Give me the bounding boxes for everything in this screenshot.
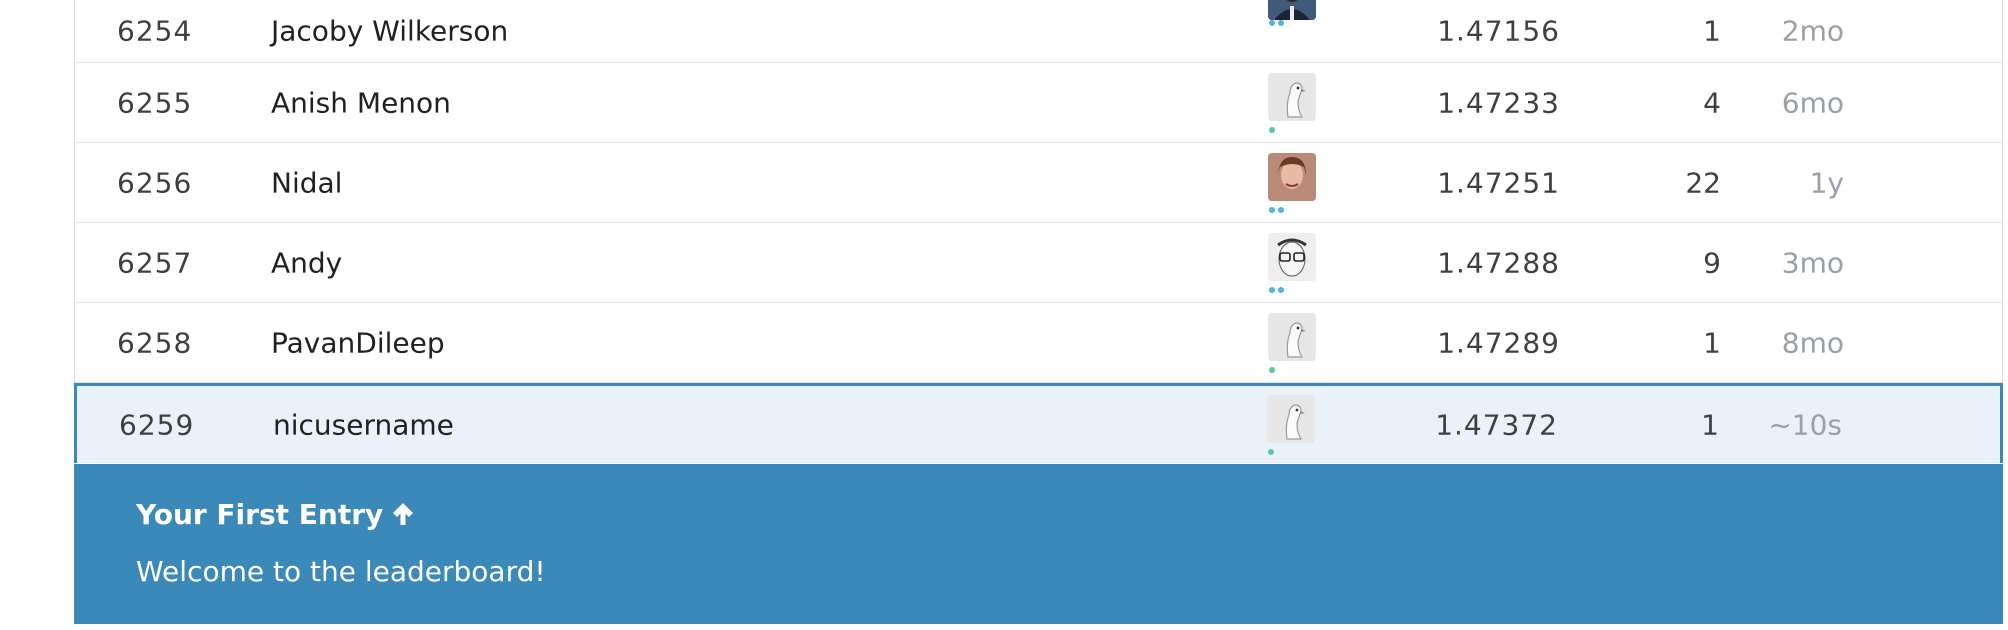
score: 1.47233 [1437, 86, 1560, 119]
team-avatar[interactable] [1267, 394, 1315, 455]
rank: 6255 [117, 86, 193, 119]
last-submission: 1y [1809, 166, 1844, 199]
score: 1.47288 [1437, 246, 1560, 279]
entries-count: 4 [1703, 86, 1721, 119]
entries-count: 1 [1703, 326, 1721, 359]
entries-count: 1 [1703, 14, 1721, 48]
tier-indicator [1269, 286, 1284, 293]
leaderboard-row[interactable]: 6255 Anish Menon 1.47233 4 6mo [75, 63, 2002, 143]
person-sketch-icon [1268, 232, 1316, 281]
leaderboard-rows: 6254 Jacoby Wilkerson 1.47156 1 2mo 6255… [74, 0, 2003, 463]
team-avatar[interactable] [1268, 72, 1316, 133]
rank: 6256 [117, 166, 193, 199]
last-submission: 8mo [1781, 326, 1844, 359]
entries-count: 9 [1703, 246, 1721, 279]
person-photo-icon [1268, 152, 1316, 201]
team-name[interactable]: Jacoby Wilkerson [271, 15, 508, 48]
rank: 6259 [119, 408, 195, 441]
team-avatar[interactable] [1268, 312, 1316, 373]
leaderboard-row[interactable]: 6257 Andy 1.47288 9 3mo [75, 223, 2002, 303]
leaderboard-row[interactable]: 6254 Jacoby Wilkerson 1.47156 1 2mo [75, 0, 2002, 63]
banner-title: Your First Entry [136, 498, 415, 531]
rank: 6257 [117, 246, 193, 279]
default-goose-avatar-icon [1268, 72, 1316, 121]
leaderboard-row-current-user[interactable]: 6259 nicusername 1.47372 1 ~10s [74, 383, 2003, 463]
team-name[interactable]: Anish Menon [271, 86, 451, 119]
team-name[interactable]: Andy [271, 246, 342, 279]
tier-indicator [1269, 366, 1275, 373]
leaderboard-row[interactable]: 6258 PavanDileep 1.47289 1 8mo [75, 303, 2002, 383]
team-avatar[interactable] [1268, 0, 1316, 48]
tier-indicator [1269, 20, 1284, 26]
last-submission: 3mo [1781, 246, 1844, 279]
default-goose-avatar-icon [1268, 312, 1316, 361]
default-goose-avatar-icon [1267, 394, 1315, 443]
team-avatar[interactable] [1268, 152, 1316, 213]
first-entry-banner: Your First Entry Welcome to the leaderbo… [74, 464, 2003, 624]
team-name[interactable]: PavanDileep [271, 326, 445, 359]
rank: 6254 [117, 14, 193, 48]
score: 1.47289 [1437, 326, 1560, 359]
score: 1.47251 [1437, 166, 1560, 199]
team-avatar[interactable] [1268, 232, 1316, 293]
team-name[interactable]: nicusername [273, 408, 454, 441]
person-photo-icon [1268, 0, 1316, 20]
leaderboard-row[interactable]: 6256 Nidal 1.47251 22 1y [75, 143, 2002, 223]
rank: 6258 [117, 326, 193, 359]
banner-message: Welcome to the leaderboard! [136, 555, 546, 588]
last-submission: 6mo [1781, 86, 1844, 119]
tier-indicator [1269, 206, 1284, 213]
entries-count: 1 [1701, 408, 1719, 441]
banner-title-text: Your First Entry [136, 498, 384, 531]
score: 1.47156 [1437, 14, 1560, 48]
score: 1.47372 [1435, 408, 1558, 441]
arrow-up-icon [391, 498, 415, 531]
entries-count: 22 [1685, 166, 1721, 199]
tier-indicator [1269, 126, 1275, 133]
last-submission: 2mo [1781, 14, 1844, 48]
team-name[interactable]: Nidal [271, 166, 342, 199]
tier-indicator [1268, 448, 1274, 455]
last-submission: ~10s [1768, 408, 1842, 441]
leaderboard: 6254 Jacoby Wilkerson 1.47156 1 2mo 6255… [74, 0, 2003, 630]
